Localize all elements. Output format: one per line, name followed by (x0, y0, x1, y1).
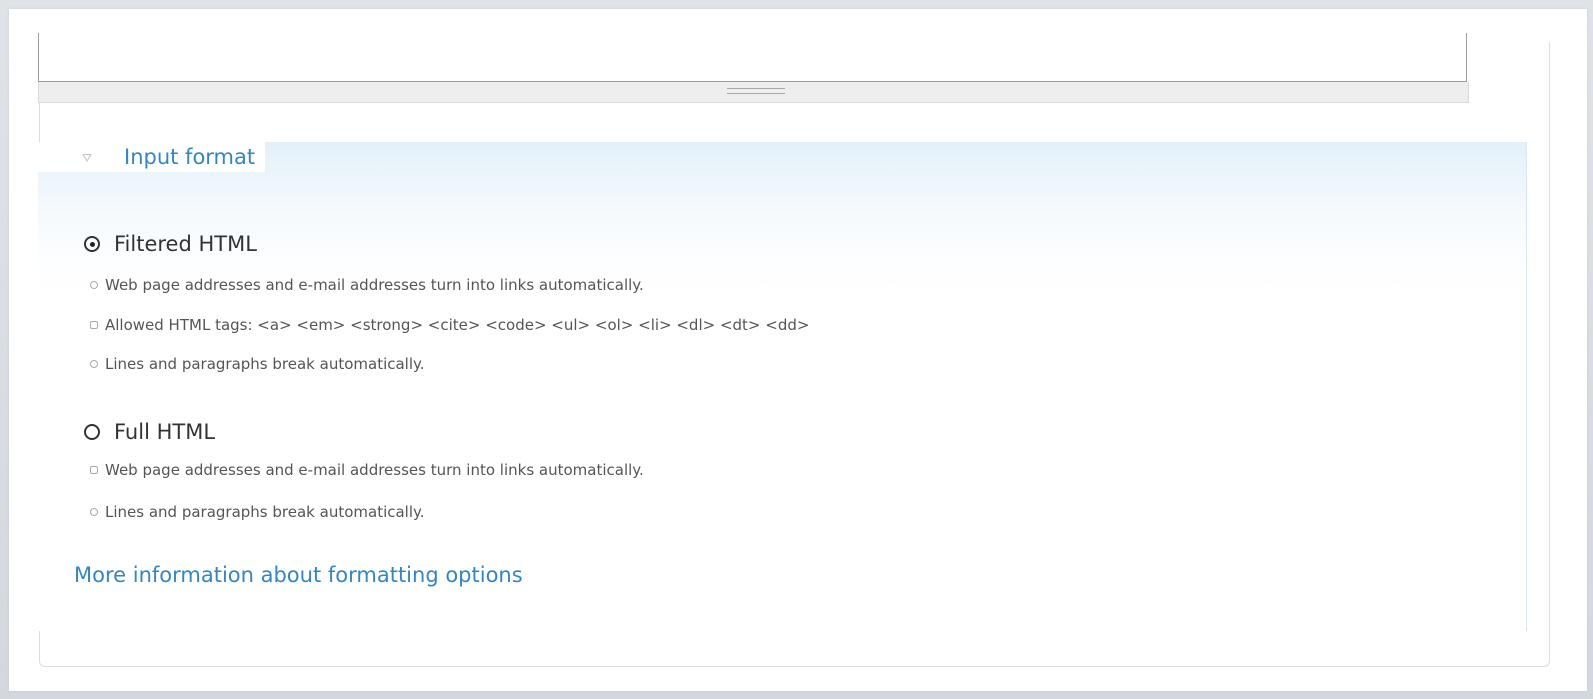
full-html-tip-urls: Web page addresses and e-mail addresses … (90, 461, 644, 479)
filtered-html-label[interactable]: Filtered HTML (114, 232, 257, 256)
bullet-icon (90, 321, 98, 329)
tip-text: Allowed HTML tags: <a> <em> <strong> <ci… (105, 316, 810, 334)
bullet-icon (90, 360, 98, 368)
tip-text: Web page addresses and e-mail addresses … (105, 461, 644, 479)
filtered-html-tip-allowed-tags: Allowed HTML tags: <a> <em> <strong> <ci… (90, 316, 809, 334)
format-option-full-html[interactable]: Full HTML (84, 420, 215, 444)
input-format-fieldset (38, 142, 1527, 631)
bullet-icon (90, 508, 98, 516)
filtered-html-tip-linebreaks: Lines and paragraphs break automatically… (90, 355, 425, 373)
bullet-icon (90, 281, 98, 289)
triangle-down-icon[interactable] (82, 154, 92, 162)
full-html-tip-linebreaks: Lines and paragraphs break automatically… (90, 503, 425, 521)
full-html-label[interactable]: Full HTML (114, 420, 215, 444)
textarea-resize-grippie[interactable] (38, 82, 1469, 103)
input-format-toggle-link[interactable]: Input format (124, 145, 255, 169)
grippie-icon (727, 88, 785, 94)
radio-icon[interactable] (84, 424, 100, 440)
more-formatting-info-link[interactable]: More information about formatting option… (74, 563, 523, 587)
tip-text: Lines and paragraphs break automatically… (105, 355, 425, 373)
filtered-html-tip-urls: Web page addresses and e-mail addresses … (90, 276, 644, 294)
input-format-legend[interactable]: Input format (38, 142, 266, 172)
tip-text: Lines and paragraphs break automatically… (105, 503, 425, 521)
body-textarea[interactable] (38, 33, 1467, 82)
bullet-icon (90, 466, 98, 474)
tip-text: Web page addresses and e-mail addresses … (105, 276, 644, 294)
format-option-filtered-html[interactable]: Filtered HTML (84, 232, 257, 256)
radio-icon[interactable] (84, 236, 100, 252)
